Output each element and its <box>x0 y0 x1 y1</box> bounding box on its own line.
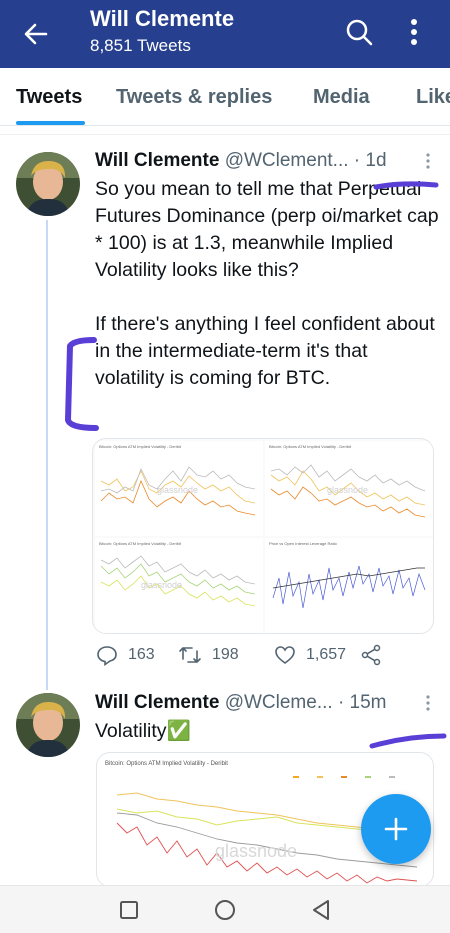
tab-media[interactable]: Media <box>313 86 370 109</box>
plus-icon <box>384 817 408 841</box>
chart-image: Bitcoin: Options ATM Implied Volatility … <box>95 538 263 633</box>
tweet-paragraph: If there's anything I feel confident abo… <box>95 313 435 389</box>
reply-icon <box>97 646 117 666</box>
divider <box>0 134 450 135</box>
chart-legend <box>293 776 395 778</box>
compose-tweet-button[interactable] <box>361 794 431 864</box>
retweet-button[interactable]: 198 <box>178 644 239 666</box>
search-icon[interactable] <box>344 17 374 47</box>
tab-likes[interactable]: Likes <box>416 86 450 109</box>
tweet-count: 8,851 Tweets <box>90 36 191 55</box>
home-icon[interactable] <box>213 898 237 927</box>
watermark: glassnode <box>157 485 198 495</box>
heart-icon <box>275 646 295 664</box>
reply-button[interactable]: 163 <box>96 644 155 666</box>
system-nav-bar <box>0 885 450 933</box>
back-nav-icon[interactable] <box>310 898 332 927</box>
profile-header: Will Clemente 8,851 Tweets <box>0 0 450 68</box>
share-icon <box>361 644 381 666</box>
profile-tabs: Tweets Tweets & replies Media Likes <box>0 68 450 126</box>
watermark: glassnode <box>141 580 182 590</box>
avatar[interactable] <box>16 693 80 757</box>
author-handle: @WClement... · 1d <box>224 150 387 171</box>
tweet-paragraph: So you mean to tell me that Perpetual Fu… <box>95 178 439 281</box>
tweet-author-line: Will Clemente @WClement... · 1d <box>95 150 387 172</box>
tweet-body: Volatility✅ <box>95 720 191 742</box>
like-count: 1,657 <box>306 646 347 663</box>
tab-tweets[interactable]: Tweets <box>16 86 82 109</box>
back-arrow-icon[interactable] <box>20 18 52 50</box>
tweet-more-icon[interactable] <box>424 152 432 170</box>
author-name[interactable]: Will Clemente <box>95 692 219 713</box>
chart-image: Price vs Open Interest Leverage Ratio <box>265 538 433 633</box>
profile-name: Will Clemente <box>90 6 235 31</box>
active-tab-indicator <box>16 121 85 125</box>
watermark: glassnode <box>327 485 368 495</box>
chart-image: Bitcoin: Options ATM Implied Volatility … <box>95 441 263 536</box>
recent-apps-icon[interactable] <box>119 900 139 925</box>
tweet-media-grid[interactable]: Bitcoin: Options ATM Implied Volatility … <box>92 438 434 634</box>
thread-connector <box>46 220 48 690</box>
more-vertical-icon[interactable] <box>406 16 422 48</box>
tweet-more-icon[interactable] <box>424 694 432 712</box>
tweet-author-line: Will Clemente @WCleme... · 15m <box>95 692 387 714</box>
watermark: glassnode <box>215 841 297 861</box>
retweet-count: 198 <box>212 646 239 663</box>
reply-count: 163 <box>128 646 155 663</box>
retweet-icon <box>179 647 201 663</box>
like-button[interactable]: 1,657 <box>274 644 346 666</box>
tab-tweets-replies[interactable]: Tweets & replies <box>116 86 272 109</box>
author-name[interactable]: Will Clemente <box>95 150 219 171</box>
chart-image: Bitcoin: Options ATM Implied Volatility … <box>265 441 433 536</box>
author-handle: @WCleme... · 15m <box>224 692 387 713</box>
tweet-actions: 163 198 1,657 <box>96 640 416 670</box>
tweet-body: So you mean to tell me that Perpetual Fu… <box>95 176 440 392</box>
avatar[interactable] <box>16 152 80 216</box>
share-button[interactable] <box>360 644 382 666</box>
marker-bracket <box>65 337 99 431</box>
